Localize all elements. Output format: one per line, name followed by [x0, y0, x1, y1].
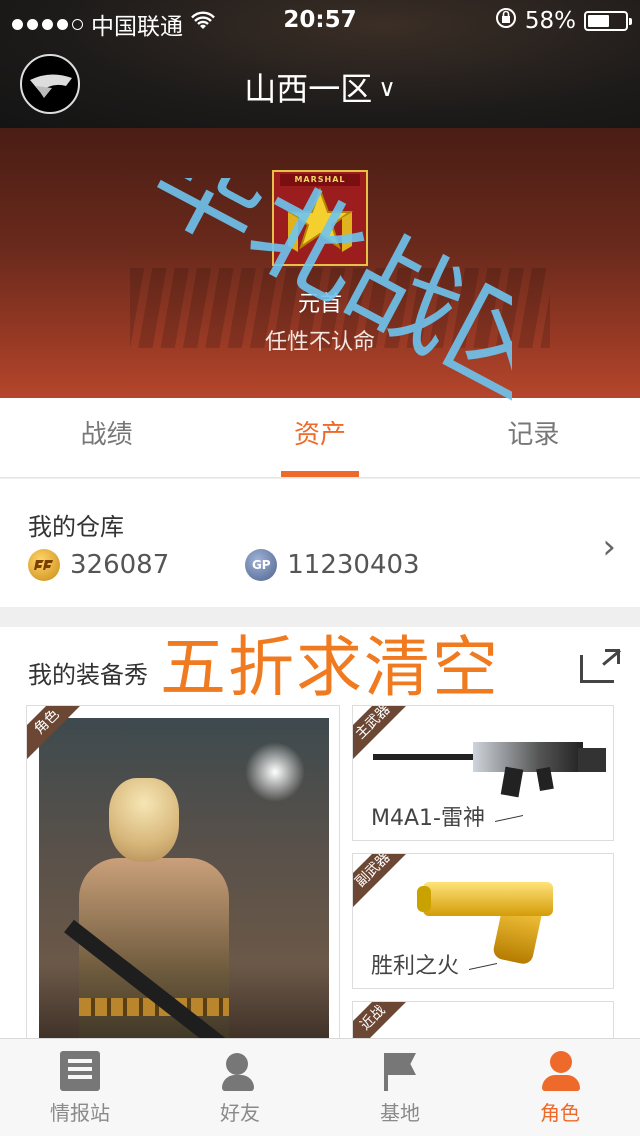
character-image — [39, 718, 329, 1044]
primary-weapon-card[interactable]: M4A1-雷神 主武器 — [352, 705, 614, 841]
tabbar-label-base: 基地 — [380, 1101, 420, 1125]
watermark-half-price: 五折求清空 — [160, 629, 500, 706]
tabbar-label-friends: 好友 — [220, 1101, 260, 1125]
person-icon — [540, 1051, 580, 1091]
secondary-weapon-tag: 副武器 — [353, 854, 412, 909]
tabbar-item-base[interactable]: 基地 — [320, 1039, 480, 1136]
friends-icon — [220, 1051, 260, 1091]
status-bar: 中国联通 20:57 58% — [0, 0, 640, 40]
rotation-lock-icon — [495, 7, 517, 35]
news-icon — [60, 1051, 100, 1091]
warehouse-balances: 326087 GP 11230403 — [28, 549, 420, 581]
tabbar-label-role: 角色 — [540, 1101, 580, 1125]
tabbar-item-friends[interactable]: 好友 — [160, 1039, 320, 1136]
chevron-right-icon[interactable]: › — [602, 527, 616, 567]
cf-coin-icon — [28, 549, 60, 581]
status-right: 58% — [495, 7, 632, 35]
share-icon[interactable] — [580, 649, 620, 683]
server-name: 山西一区 — [244, 70, 373, 108]
tabbar-item-news[interactable]: 情报站 — [0, 1039, 160, 1136]
secondary-weapon-name: 胜利之火 — [371, 948, 497, 980]
chevron-down-icon: ∨ — [378, 74, 396, 102]
battery-icon — [584, 11, 632, 31]
battery-percent: 58% — [524, 8, 576, 34]
server-selector[interactable]: 山西一区 ∨ — [0, 64, 640, 110]
top-header: 中国联通 20:57 58% 山西一区 ∨ — [0, 0, 640, 128]
gp-coin-icon: GP — [245, 549, 278, 581]
cf-points-value: 326087 — [70, 550, 170, 580]
m4a1-image — [373, 724, 606, 798]
role-card[interactable]: 角色 — [26, 705, 340, 1045]
tabbar-item-role[interactable]: 角色 — [480, 1039, 640, 1136]
primary-weapon-name: M4A1-雷神 — [371, 800, 523, 832]
flag-icon — [380, 1051, 420, 1091]
secondary-weapon-card[interactable]: 胜利之火 副武器 — [352, 853, 614, 989]
watermark-text-1: 华北战区 — [132, 178, 512, 428]
warehouse-title: 我的仓库 — [28, 513, 124, 541]
equipment-title: 我的装备秀 — [28, 661, 148, 689]
tabbar-label-news: 情报站 — [50, 1101, 110, 1125]
bottom-tab-bar: 情报站 好友 基地 角色 — [0, 1038, 640, 1136]
warehouse-row[interactable]: 我的仓库 326087 GP 11230403 › — [0, 479, 640, 607]
watermark-north-china: 华北战区 — [132, 178, 512, 428]
gp-points-value: 11230403 — [287, 550, 420, 580]
screen: 中国联通 20:57 58% 山西一区 ∨ MARSHAL 元首 任性不认命 战… — [0, 0, 640, 1136]
